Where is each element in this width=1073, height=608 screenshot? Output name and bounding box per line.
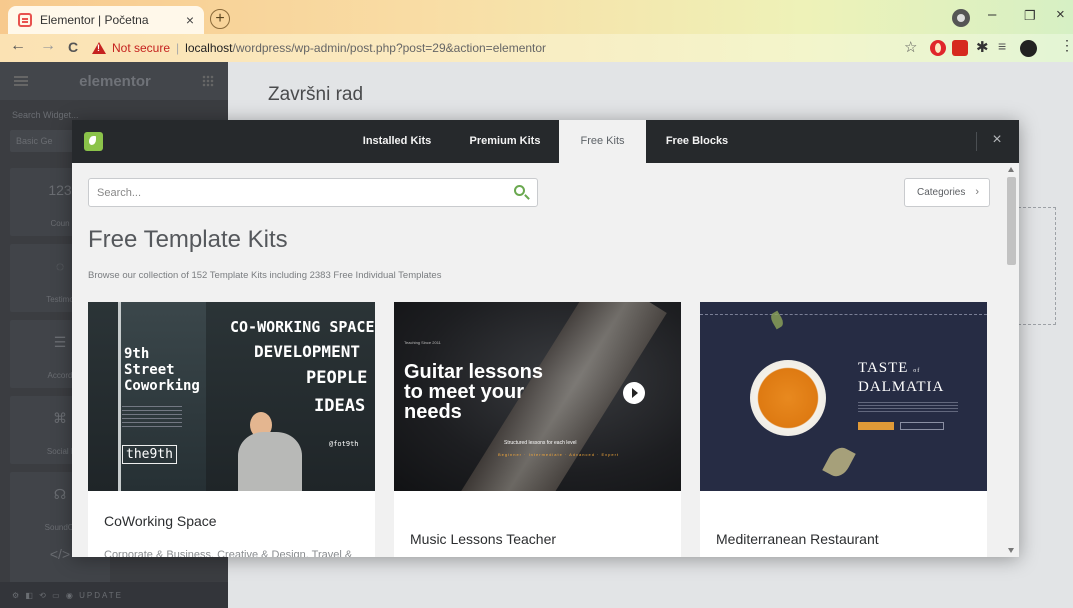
thumbnail-handle: @fot9th (329, 440, 359, 448)
modal-scrollbar[interactable] (1004, 163, 1019, 557)
browser-tab[interactable]: Elementor | Početna × (8, 6, 204, 34)
maximize-button[interactable]: ❐ (1024, 8, 1036, 24)
scroll-up-arrow-icon[interactable] (1008, 167, 1014, 172)
update-button[interactable]: UPDATE (79, 591, 123, 600)
thumbnail-headline-2: DEVELOPMENT (254, 342, 360, 361)
thumbnail-headline-1: Guitar lessons (404, 361, 543, 383)
elementor-panel-header: elementor (0, 62, 228, 100)
reading-list-icon[interactable]: ≡ (998, 38, 1006, 54)
widgets-grid-icon[interactable] (201, 75, 214, 87)
minimize-button[interactable]: – (988, 6, 996, 23)
library-subtitle: Browse our collection of 152 Template Ki… (88, 270, 442, 281)
thumbnail-levels: Beginner · Intermediate · Advanced · Exp… (498, 452, 620, 457)
thumbnail-headline-1: CO-WORKING SPACE (230, 318, 375, 336)
back-button[interactable]: ← (10, 37, 26, 55)
kit-search-field[interactable] (88, 178, 538, 207)
user-avatar-icon[interactable] (1020, 40, 1037, 57)
hamburger-menu-icon[interactable] (14, 76, 28, 86)
browser-tab-bar: Elementor | Početna × + – ❐ × (0, 0, 1073, 34)
scroll-thumb[interactable] (1007, 177, 1016, 265)
search-icon[interactable] (514, 185, 525, 196)
forward-button[interactable]: → (40, 37, 56, 55)
thumbnail-logo: the9th (122, 445, 177, 464)
kit-name[interactable]: Music Lessons Teacher (410, 531, 556, 547)
window-close-button[interactable]: × (1056, 6, 1065, 23)
address-separator: | (176, 41, 180, 55)
kit-card-music-lessons[interactable]: Teaching Since 2011 Guitar lessons to me… (394, 302, 681, 557)
warning-icon (92, 42, 106, 54)
library-title: Free Template Kits (88, 226, 288, 253)
browser-toolbar: ← → C Not secure | localhost /wordpress/… (0, 34, 1073, 62)
thumbnail-headline-3: PEOPLE (306, 368, 368, 388)
tab-premium-kits[interactable]: Premium Kits (464, 120, 546, 163)
thumbnail-dashed-line (700, 314, 987, 315)
thumbnail-leaf (822, 443, 856, 481)
header-divider (976, 132, 977, 151)
thumbnail-since: Teaching Since 2011 (404, 340, 441, 345)
browser-profile-icon[interactable] (952, 9, 970, 27)
thumbnail-person (238, 432, 302, 491)
elementor-panel-footer: ⚙ ◧ ⟲ ▭ ◉ UPDATE (0, 582, 228, 608)
browser-tab-title: Elementor | Početna (40, 13, 149, 27)
kit-search-input[interactable] (89, 179, 489, 206)
kit-thumbnail[interactable]: 9th Street Coworking CO-WORKING SPACE DE… (88, 302, 375, 491)
section-outline (1018, 207, 1056, 325)
opera-extension-icon[interactable] (930, 40, 946, 56)
kit-name[interactable]: CoWorking Space (104, 513, 217, 529)
kit-name[interactable]: Mediterranean Restaurant (716, 531, 879, 547)
thumbnail-headline-4: IDEAS (314, 396, 366, 416)
thumbnail-soup-bowl (750, 360, 826, 436)
browser-menu-icon[interactable]: ⋮ (1060, 37, 1073, 54)
kit-thumbnail[interactable]: Teaching Since 2011 Guitar lessons to me… (394, 302, 681, 491)
elementor-logo: elementor (79, 72, 151, 90)
page-title: Završni rad (268, 84, 364, 105)
elementor-favicon-icon (18, 13, 32, 27)
security-label[interactable]: Not secure (112, 41, 170, 55)
scroll-down-arrow-icon[interactable] (1008, 548, 1014, 553)
categories-button[interactable]: Categories › (904, 178, 990, 207)
chevron-right-icon: › (975, 186, 979, 198)
thumbnail-body-text (858, 402, 958, 412)
new-tab-button[interactable]: + (210, 9, 230, 29)
kit-card-mediterranean-restaurant[interactable]: TASTE of DALMATIA Mediterranean Restaura… (700, 302, 987, 557)
thumbnail-headline-3: needs (404, 401, 462, 423)
url-path: /wordpress/wp-admin/post.php?post=29&act… (232, 41, 547, 55)
kit-card-coworking[interactable]: 9th Street Coworking CO-WORKING SPACE DE… (88, 302, 375, 557)
template-library-modal: Installed Kits Premium Kits Free Kits Fr… (72, 120, 1019, 557)
tab-free-blocks[interactable]: Free Blocks (658, 120, 736, 163)
thumbnail-headline-2: to meet your (404, 381, 525, 403)
thumbnail-body-text (122, 406, 182, 430)
modal-header: Installed Kits Premium Kits Free Kits Fr… (72, 120, 1019, 163)
thumbnail-title: TASTE of DALMATIA (858, 360, 944, 395)
thumbnail-brand: 9th Street Coworking (124, 346, 200, 394)
thumbnail-primary-button (858, 422, 894, 430)
thumbnail-secondary-button (900, 422, 944, 430)
thumbnail-title-of: of (913, 368, 921, 374)
thumbnail-title-2: DALMATIA (858, 379, 945, 395)
elementor-kit-logo-icon (84, 132, 103, 151)
kit-thumbnail[interactable]: TASTE of DALMATIA (700, 302, 987, 491)
address-bar[interactable]: Not secure | localhost /wordpress/wp-adm… (92, 37, 927, 59)
pdf-extension-icon[interactable] (952, 40, 968, 56)
reload-button[interactable]: C (68, 39, 78, 55)
close-icon[interactable]: × (986, 129, 1008, 151)
thumbnail-structured-text: Structured lessons for each level (504, 440, 577, 446)
tab-close-button[interactable]: × (186, 12, 194, 28)
modal-body: Categories › Free Template Kits Browse o… (72, 163, 1002, 557)
kit-tags: Corporate & Business, Creative & Design,… (104, 549, 353, 557)
thumbnail-title-1: TASTE (858, 360, 909, 376)
bookmark-star-icon[interactable]: ☆ (904, 38, 917, 56)
tab-installed-kits[interactable]: Installed Kits (354, 120, 440, 163)
tab-free-kits[interactable]: Free Kits (559, 120, 646, 163)
categories-label: Categories (917, 187, 966, 198)
play-icon (623, 382, 645, 404)
url-host: localhost (185, 41, 233, 55)
extensions-puzzle-icon[interactable]: ✱ (976, 38, 989, 56)
